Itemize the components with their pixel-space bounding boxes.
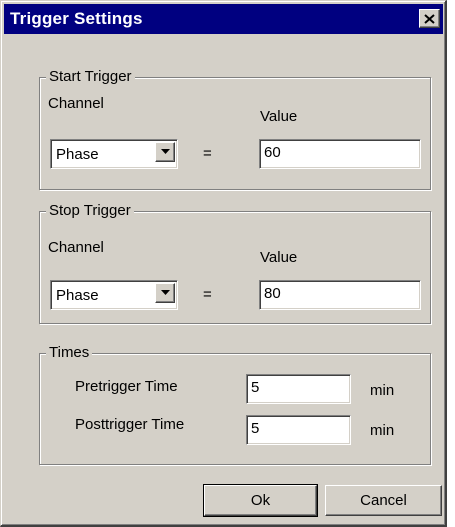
trigger-settings-dialog: Trigger Settings Start Trigger Channel V… [0,0,447,527]
times-legend: Times [46,344,93,362]
stop-equals-sign: = [203,286,212,303]
stop-trigger-legend: Stop Trigger [46,202,134,220]
start-equals-sign: = [203,145,212,162]
stop-trigger-group: Stop Trigger Channel Value Phase = 80 [39,202,431,324]
pretrigger-time-input[interactable]: 5 [246,374,351,404]
posttrigger-unit-label: min [370,422,395,439]
start-value-label: Value [260,108,298,125]
close-button[interactable] [419,9,440,28]
start-trigger-group: Start Trigger Channel Value Phase = 60 [39,68,431,190]
start-value-input[interactable]: 60 [259,139,421,169]
start-channel-select[interactable]: Phase [50,139,178,169]
pretrigger-time-label: Pretrigger Time [75,378,178,395]
stop-value-label: Value [260,249,298,266]
stop-value-input[interactable]: 80 [259,280,421,310]
stop-channel-value: Phase [56,287,99,304]
cancel-button[interactable]: Cancel [325,485,442,516]
stop-channel-label: Channel [48,239,104,256]
ok-button[interactable]: Ok [203,484,318,517]
start-channel-value: Phase [56,146,99,163]
stop-channel-select[interactable]: Phase [50,280,178,310]
chevron-down-icon [160,290,170,295]
start-channel-dropdown-button[interactable] [155,142,175,162]
title-bar[interactable]: Trigger Settings [4,4,443,34]
posttrigger-time-label: Posttrigger Time [75,416,185,433]
posttrigger-time-input[interactable]: 5 [246,415,351,445]
times-group: Times Pretrigger Time 5 min Posttrigger … [39,344,431,465]
start-trigger-legend: Start Trigger [46,68,135,86]
chevron-down-icon [160,149,170,154]
close-x-icon [424,13,435,24]
dialog-title: Trigger Settings [10,9,143,28]
pretrigger-unit-label: min [370,382,395,399]
stop-channel-dropdown-button[interactable] [155,283,175,303]
start-channel-label: Channel [48,95,104,112]
